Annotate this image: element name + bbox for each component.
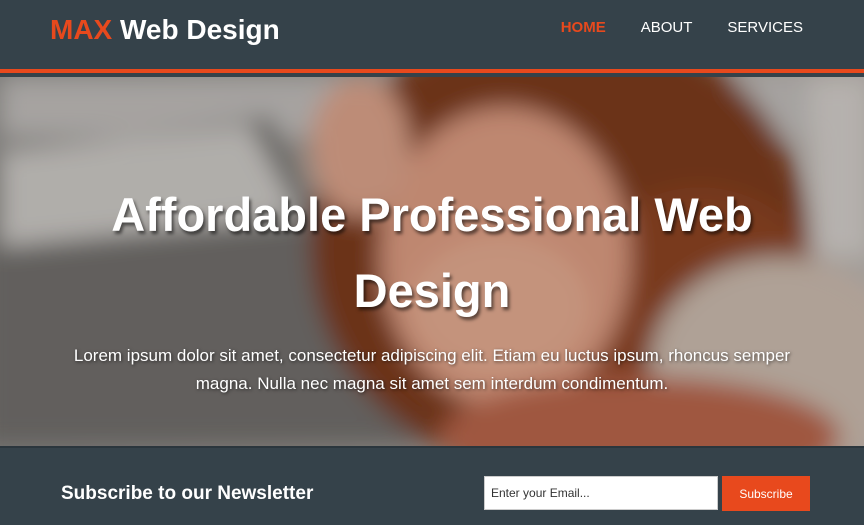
hero-text: Lorem ipsum dolor sit amet, consectetur …: [73, 346, 791, 393]
newsletter-bar: Subscribe to our Newsletter Subscribe: [0, 446, 864, 525]
email-input[interactable]: [484, 476, 718, 510]
nav-link-services[interactable]: SERVICES: [727, 19, 803, 36]
hero-title: Affordable Professional Web Design: [111, 188, 753, 317]
newsletter-title: Subscribe to our Newsletter: [61, 483, 314, 504]
nav-link-about[interactable]: ABOUT: [641, 19, 693, 36]
logo-text: Web Design: [112, 14, 280, 45]
logo-highlight: MAX: [50, 14, 113, 45]
site-logo[interactable]: MAX Web Design: [50, 14, 280, 46]
main-nav: HOME ABOUT SERVICES: [561, 19, 803, 36]
nav-link-home[interactable]: HOME: [561, 19, 606, 36]
subscribe-button[interactable]: Subscribe: [722, 476, 810, 511]
hero-content: Affordable Professional Web Design Lorem…: [0, 77, 864, 446]
showcase-hero: Affordable Professional Web Design Lorem…: [0, 77, 864, 446]
site-header: MAX Web Design HOME ABOUT SERVICES: [0, 0, 864, 73]
